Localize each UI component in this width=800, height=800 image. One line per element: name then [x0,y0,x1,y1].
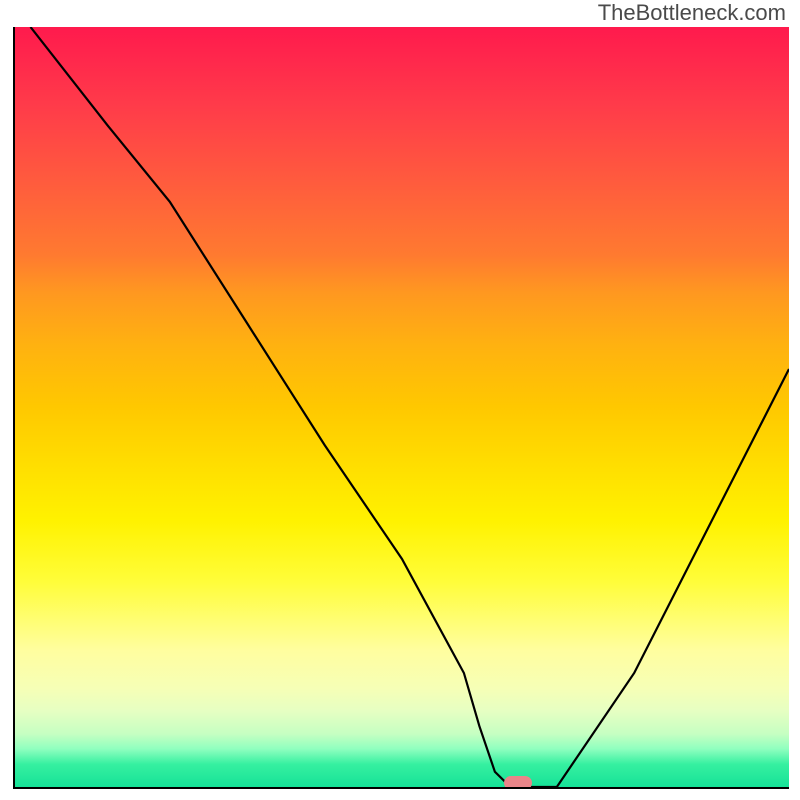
curve-layer [15,27,789,787]
watermark-text: TheBottleneck.com [598,0,786,26]
bottleneck-curve-path [31,27,790,787]
chart-container: TheBottleneck.com [0,0,800,800]
optimal-marker [504,776,532,789]
plot-area [13,27,789,789]
